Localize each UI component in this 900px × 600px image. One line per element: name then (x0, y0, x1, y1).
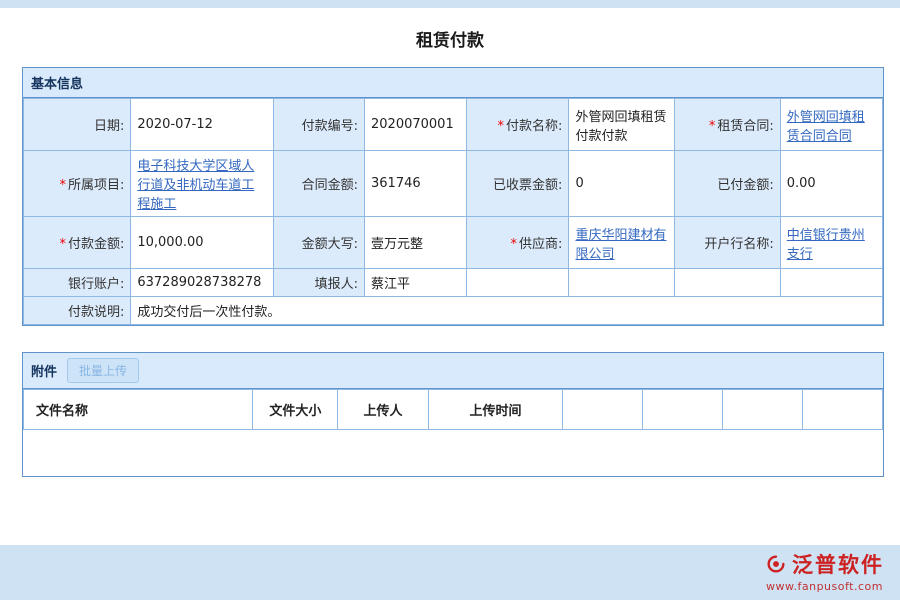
empty-column (643, 390, 723, 430)
table-row: *所属项目: 电子科技大学区域人行道及非机动车道工程施工 合同金额: 36174… (24, 151, 883, 217)
supplier-link[interactable]: 重庆华阳建材有限公司 (575, 228, 666, 262)
value-invoiced-amount: 0 (569, 151, 675, 217)
field-label: 付款编号: (302, 119, 358, 134)
label-amount-in-words: 金额大写: (273, 217, 364, 269)
required-asterisk: * (59, 178, 66, 193)
main-panel: 租赁付款 基本信息 日期: 2020-07-12 付款编号: 202007000… (0, 8, 900, 545)
attachments-title: 附件 (31, 361, 57, 380)
label-preparer: 填报人: (273, 269, 364, 297)
attachments-header-row: 文件名称 文件大小 上传人 上传时间 (24, 390, 883, 430)
empty-column (563, 390, 643, 430)
page-title: 租赁付款 (0, 8, 900, 67)
label-project: *所属项目: (24, 151, 131, 217)
attachments-empty-body (23, 430, 883, 476)
column-file-name: 文件名称 (24, 390, 253, 430)
value-paid-amount: 0.00 (780, 151, 882, 217)
value-payment-number: 2020070001 (365, 99, 467, 151)
label-payment-amount: *付款金额: (24, 217, 131, 269)
project-link[interactable]: 电子科技大学区域人行道及非机动车道工程施工 (137, 159, 254, 212)
empty-column (803, 390, 883, 430)
label-bank-name: 开户行名称: (675, 217, 781, 269)
value-date: 2020-07-12 (131, 99, 274, 151)
table-row: 日期: 2020-07-12 付款编号: 2020070001 *付款名称: 外… (24, 99, 883, 151)
field-label: 租赁合同: (717, 119, 773, 134)
attachments-header: 附件 批量上传 (23, 353, 883, 389)
field-label: 日期: (94, 119, 124, 134)
table-row: 银行账户: 637289028738278 填报人: 蔡江平 (24, 269, 883, 297)
field-label: 开户行名称: (704, 237, 773, 252)
empty-cell (569, 269, 675, 297)
field-label: 已收票金额: (493, 178, 562, 193)
basic-info-table: 日期: 2020-07-12 付款编号: 2020070001 *付款名称: 外… (23, 98, 883, 325)
value-bank-account: 637289028738278 (131, 269, 274, 297)
attachments-section: 附件 批量上传 文件名称 文件大小 上传人 上传时间 (22, 352, 884, 477)
empty-column (723, 390, 803, 430)
bank-name-link[interactable]: 中信银行贵州支行 (787, 228, 865, 262)
label-invoiced-amount: 已收票金额: (467, 151, 569, 217)
required-asterisk: * (59, 237, 66, 252)
value-project: 电子科技大学区域人行道及非机动车道工程施工 (131, 151, 274, 217)
label-paid-amount: 已付金额: (675, 151, 781, 217)
value-amount-in-words: 壹万元整 (365, 217, 467, 269)
lease-contract-link[interactable]: 外管网回填租赁合同合同 (787, 110, 865, 144)
label-payment-number: 付款编号: (273, 99, 364, 151)
fanpu-logo-icon (765, 553, 787, 575)
basic-info-section: 基本信息 日期: 2020-07-12 付款编号: 2020070001 *付款… (22, 67, 884, 326)
label-bank-account: 银行账户: (24, 269, 131, 297)
required-asterisk: * (498, 119, 505, 134)
value-payment-note: 成功交付后一次性付款。 (131, 297, 883, 325)
value-payment-amount: 10,000.00 (131, 217, 274, 269)
table-row: *付款金额: 10,000.00 金额大写: 壹万元整 *供应商: 重庆华阳建材… (24, 217, 883, 269)
required-asterisk: * (709, 119, 716, 134)
brand-website[interactable]: www.fanpusoft.com (765, 580, 884, 593)
value-lease-contract: 外管网回填租赁合同合同 (780, 99, 882, 151)
table-row: 付款说明: 成功交付后一次性付款。 (24, 297, 883, 325)
value-bank-name: 中信银行贵州支行 (780, 217, 882, 269)
empty-cell (675, 269, 781, 297)
empty-cell (467, 269, 569, 297)
attachments-table: 文件名称 文件大小 上传人 上传时间 (23, 389, 883, 430)
field-label: 付款说明: (68, 305, 124, 320)
label-date: 日期: (24, 99, 131, 151)
value-supplier: 重庆华阳建材有限公司 (569, 217, 675, 269)
label-supplier: *供应商: (467, 217, 569, 269)
value-payment-name: 外管网回填租赁付款付款 (569, 99, 675, 151)
batch-upload-button[interactable]: 批量上传 (67, 358, 139, 383)
field-label: 所属项目: (68, 178, 124, 193)
field-label: 银行账户: (68, 277, 124, 292)
value-contract-amount: 361746 (365, 151, 467, 217)
empty-cell (780, 269, 882, 297)
field-label: 付款名称: (506, 119, 562, 134)
field-label: 供应商: (519, 237, 562, 252)
column-file-size: 文件大小 (253, 390, 338, 430)
brand-name: 泛普软件 (792, 549, 884, 579)
required-asterisk: * (511, 237, 518, 252)
column-uploader: 上传人 (338, 390, 428, 430)
basic-info-header: 基本信息 (23, 68, 883, 98)
field-label: 已付金额: (717, 178, 773, 193)
footer-brand: 泛普软件 www.fanpusoft.com (765, 549, 884, 593)
label-lease-contract: *租赁合同: (675, 99, 781, 151)
value-preparer: 蔡江平 (365, 269, 467, 297)
label-payment-note: 付款说明: (24, 297, 131, 325)
column-upload-time: 上传时间 (428, 390, 563, 430)
basic-info-title: 基本信息 (31, 73, 83, 92)
field-label: 金额大写: (302, 237, 358, 252)
label-contract-amount: 合同金额: (273, 151, 364, 217)
label-payment-name: *付款名称: (467, 99, 569, 151)
field-label: 填报人: (315, 277, 358, 292)
field-label: 付款金额: (68, 237, 124, 252)
field-label: 合同金额: (302, 178, 358, 193)
